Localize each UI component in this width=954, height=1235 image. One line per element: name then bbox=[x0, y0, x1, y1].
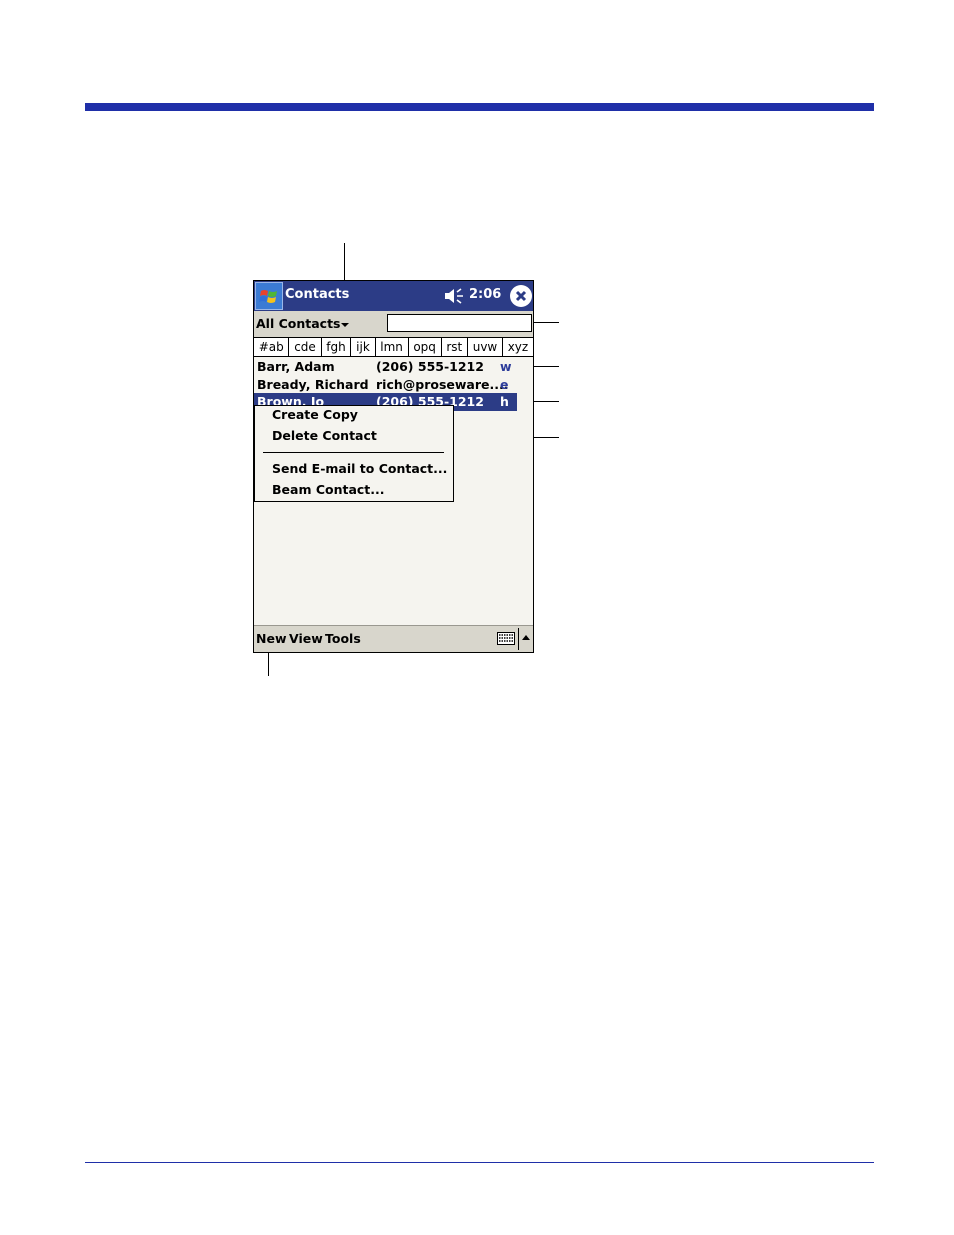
keyboard-icon[interactable] bbox=[497, 632, 515, 645]
menu-item-send-email[interactable]: Send E-mail to Contact... bbox=[272, 461, 447, 476]
start-button[interactable] bbox=[255, 282, 283, 310]
windows-flag-icon bbox=[259, 290, 277, 303]
menu-bar: New View Tools bbox=[254, 625, 533, 652]
abc-tab[interactable]: ijk bbox=[351, 338, 376, 356]
contact-detail: (206) 555-1212 bbox=[376, 359, 484, 374]
contact-type: e bbox=[500, 376, 509, 392]
contact-row[interactable]: Bready, Richard rich@proseware.... e bbox=[254, 376, 533, 394]
contact-name: Bready, Richard bbox=[257, 376, 369, 392]
contact-name: Barr, Adam bbox=[257, 359, 335, 374]
new-button[interactable]: New bbox=[256, 631, 287, 646]
contact-type: h bbox=[500, 394, 509, 409]
clock[interactable]: 2:06 bbox=[469, 287, 501, 302]
abc-tab[interactable]: cde bbox=[289, 338, 322, 356]
title-bar: Contacts 2:06 bbox=[254, 281, 533, 311]
footer-rule bbox=[85, 1162, 874, 1163]
abc-tab[interactable]: opq bbox=[409, 338, 442, 356]
view-menu[interactable]: View bbox=[289, 631, 323, 646]
abc-tab[interactable]: uvw bbox=[468, 338, 503, 356]
chevron-down-icon[interactable] bbox=[341, 323, 349, 327]
abc-tab[interactable]: lmn bbox=[376, 338, 409, 356]
app-title: Contacts bbox=[285, 287, 350, 302]
close-icon bbox=[515, 290, 527, 302]
sip-arrow-icon[interactable] bbox=[522, 635, 530, 640]
contact-type: w bbox=[500, 359, 512, 374]
search-input[interactable] bbox=[387, 314, 532, 332]
filter-bar: All Contacts bbox=[254, 311, 533, 337]
header-rule bbox=[85, 103, 874, 111]
menu-item-delete-contact[interactable]: Delete Contact bbox=[272, 428, 377, 443]
abc-tab[interactable]: rst bbox=[442, 338, 468, 356]
menu-bar-divider bbox=[518, 628, 519, 650]
contact-detail: rich@proseware.... bbox=[376, 376, 509, 392]
contact-row[interactable]: Barr, Adam (206) 555-1212 w bbox=[254, 358, 533, 376]
context-menu: Create Copy Delete Contact Send E-mail t… bbox=[254, 405, 454, 502]
contact-list: Barr, Adam (206) 555-1212 w Bready, Rich… bbox=[254, 358, 533, 411]
close-button[interactable] bbox=[510, 285, 532, 307]
alphabet-tabs: #ab cde fgh ijk lmn opq rst uvw xyz bbox=[254, 337, 533, 357]
abc-tab[interactable]: xyz bbox=[503, 338, 533, 356]
pocket-pc-screen: Contacts 2:06 All Contacts #ab cde fgh i… bbox=[253, 280, 534, 653]
menu-item-create-copy[interactable]: Create Copy bbox=[272, 407, 358, 422]
menu-divider bbox=[263, 452, 444, 453]
abc-tab[interactable]: fgh bbox=[322, 338, 352, 356]
callout-line-search bbox=[534, 322, 559, 323]
speaker-icon[interactable] bbox=[444, 288, 466, 304]
abc-tab[interactable]: #ab bbox=[254, 338, 290, 356]
tools-menu[interactable]: Tools bbox=[325, 631, 361, 646]
menu-item-beam-contact[interactable]: Beam Contact... bbox=[272, 482, 385, 497]
category-dropdown[interactable]: All Contacts bbox=[256, 316, 341, 331]
